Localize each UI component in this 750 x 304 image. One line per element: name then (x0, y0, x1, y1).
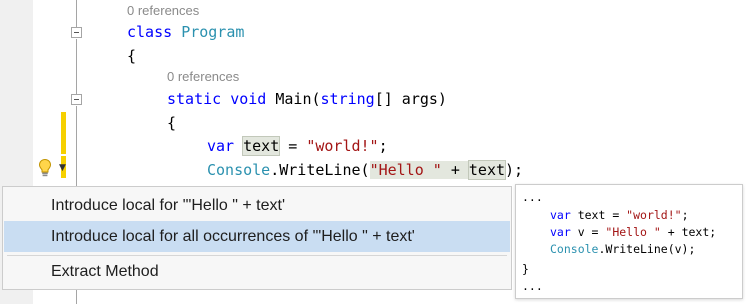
code-text: .WriteLine(v); (598, 242, 696, 256)
menu-item-introduce-local[interactable]: Introduce local for '"Hello " + text' (4, 190, 510, 221)
outline-guide (76, 0, 77, 28)
highlighted-identifier: text (242, 136, 281, 156)
preview-ellipsis: ... (522, 190, 543, 204)
preview-line: var text = "world!"; (550, 207, 689, 223)
change-indicator (61, 112, 66, 154)
string-literal: "world!" (306, 137, 379, 155)
keyword: static (167, 90, 222, 108)
string-literal: "Hello " (605, 225, 661, 239)
collapse-method-icon[interactable] (71, 94, 82, 105)
code-line-main: static void Main(string[] args) (167, 89, 447, 109)
type-name: Console (550, 242, 599, 256)
lightbulb-icon (38, 158, 52, 177)
keyword: var (550, 208, 571, 222)
highlighted-identifier: text (467, 160, 507, 180)
code-line-brace: { (167, 114, 177, 132)
preview-line: Console.WriteLine(v); (550, 241, 695, 257)
keyword: string (320, 90, 375, 108)
code-text: [] args) (374, 90, 447, 108)
menu-item-introduce-local-all[interactable]: Introduce local for all occurrences of '… (4, 221, 510, 252)
string-literal: "world!" (626, 208, 682, 222)
keyword: void (230, 90, 267, 108)
chevron-down-icon[interactable]: ▼ (59, 163, 66, 173)
code-line-class: class Program (127, 22, 244, 42)
outline-guide (76, 39, 77, 94)
selected-string-literal: "Hello " (369, 161, 442, 179)
code-line-brace: { (127, 47, 137, 65)
code-text: v = (570, 225, 606, 239)
code-text: text = (570, 208, 627, 222)
menu-item-extract-method[interactable]: Extract Method (4, 256, 510, 287)
type-name: Console (207, 161, 271, 179)
code-text: ; (378, 137, 388, 155)
codelens-references[interactable]: 0 references (167, 69, 239, 85)
quick-actions-button[interactable]: ▼ (33, 155, 75, 181)
codelens-references[interactable]: 0 references (127, 3, 199, 19)
code-editor[interactable]: 0 references class Program { 0 reference… (0, 0, 750, 304)
collapse-class-icon[interactable] (71, 27, 82, 38)
method-name: Main( (275, 90, 321, 108)
preview-line: var v = "Hello " + text; (550, 224, 716, 240)
keyword: var (207, 137, 235, 155)
code-text: = (279, 137, 307, 155)
quick-actions-menu: Introduce local for '"Hello " + text' In… (2, 186, 512, 290)
code-text: + text; (660, 225, 717, 239)
preview-brace: } (522, 262, 529, 276)
code-text: .WriteLine( (270, 161, 370, 179)
code-line-console: Console.WriteLine("Hello " + text); (207, 160, 523, 180)
preview-pane: ... var text = "world!"; var v = "Hello … (515, 184, 743, 299)
code-line-var: var text = "world!"; (207, 136, 388, 156)
keyword: class (127, 23, 173, 41)
code-text: ); (505, 161, 524, 179)
code-text: ; (681, 208, 689, 222)
class-name: Program (181, 23, 245, 41)
keyword: var (550, 225, 571, 239)
selected-expression: + (441, 161, 469, 179)
preview-ellipsis: ... (522, 279, 543, 293)
